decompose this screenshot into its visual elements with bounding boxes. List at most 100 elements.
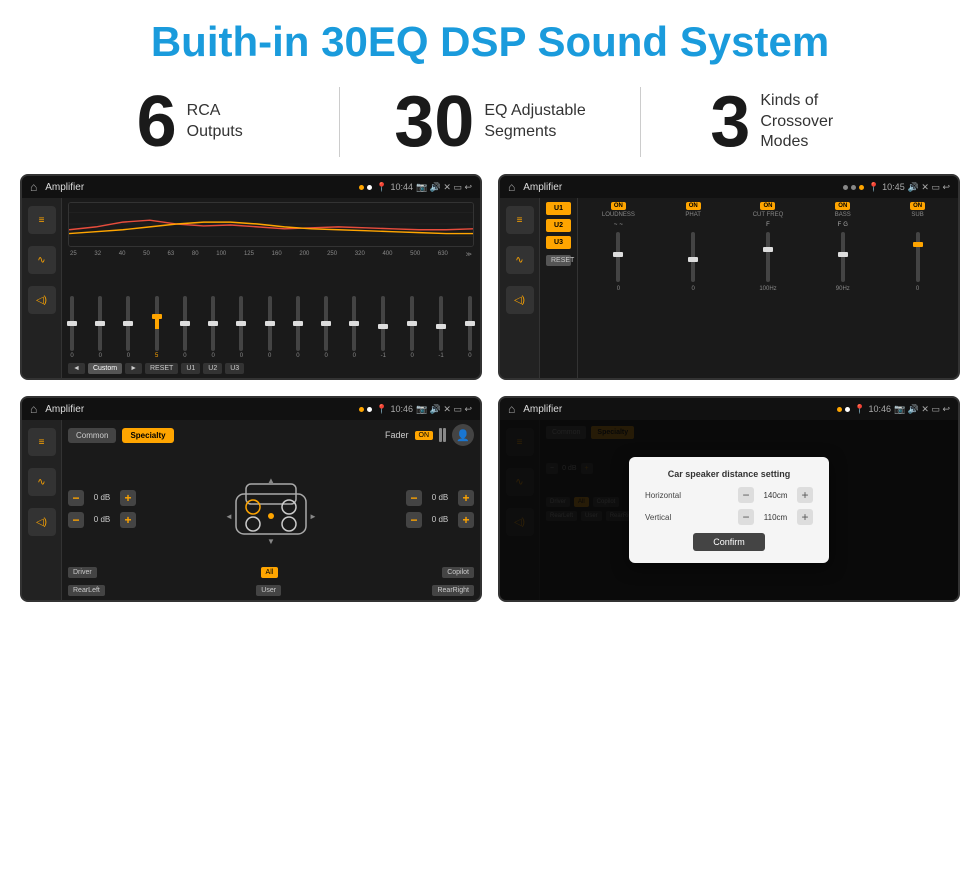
fader-icon-btn[interactable]: ≡ [28,428,56,456]
eq-slider-10[interactable]: 0 [352,296,356,359]
eq-slider-2[interactable]: 0 [126,296,130,359]
preset-u1[interactable]: U1 [546,202,571,215]
eq-side-controls: ≡ ∿ ◁) [22,198,62,378]
cross-speaker-btn[interactable]: ◁) [506,286,534,314]
vol-value-4: 0 dB [426,515,454,524]
svg-text:►: ► [309,512,317,521]
eq-slider-7[interactable]: 0 [268,296,272,359]
speaker-distance-dialog: Car speaker distance setting Horizontal … [629,457,829,563]
fader-speaker-btn[interactable]: ◁) [28,508,56,536]
fader-profile-icon[interactable]: 👤 [452,424,474,446]
eq-slider-14[interactable]: 0 [468,296,472,359]
eq-slider-4[interactable]: 0 [183,296,187,359]
vol-minus-2[interactable]: − [68,512,84,528]
eq-slider-12[interactable]: 0 [410,296,414,359]
dialog-horizontal-minus[interactable]: − [738,487,754,503]
vol-plus-3[interactable]: + [458,490,474,506]
dialog-horizontal-plus[interactable]: + [797,487,813,503]
fader-screen-card: ⌂ Amplifier 📍 10:46 📷 🔊 ✕ ▭ ↩ ≡ ∿ ◁) Com… [20,396,482,602]
eq-play-btn[interactable]: ► [125,363,142,374]
eq-slider-8[interactable]: 0 [296,296,300,359]
btn-driver[interactable]: Driver [68,567,97,578]
eq-graph [68,202,474,247]
dialog-horizontal-label: Horizontal [645,491,695,500]
vol-row-1: − 0 dB + [68,490,136,506]
dialog-vertical-label: Vertical [645,513,695,522]
ch-loudness: ON LOUDNESS ~~ 0 [581,202,656,292]
eq-prev-btn[interactable]: ◄ [68,363,85,374]
btn-user[interactable]: User [256,585,281,596]
eq-slider-3[interactable]: 5 [155,296,159,359]
ch-bass-toggle[interactable]: ON [835,202,850,210]
stat-label-rca: RCAOutputs [187,101,243,143]
vol-plus-1[interactable]: + [120,490,136,506]
vol-minus-1[interactable]: − [68,490,84,506]
preset-u3[interactable]: U3 [546,236,571,249]
fader-dot1 [359,407,364,412]
btn-copilot[interactable]: Copilot [442,567,474,578]
btn-rearleft[interactable]: RearLeft [68,585,105,596]
dialog-vertical-minus[interactable]: − [738,509,754,525]
fader-tab-common[interactable]: Common [68,428,116,443]
crossover-status-bar: ⌂ Amplifier 📍 10:45 🔊 ✕ ▭ ↩ [500,176,958,198]
ch-phat-toggle[interactable]: ON [686,202,701,210]
eq-slider-6[interactable]: 0 [239,296,243,359]
eq-freq-labels: 25 32 40 50 63 80 100 125 160 200 250 32… [68,251,474,258]
screens-grid: ⌂ Amplifier 📍 10:44 📷 🔊 ✕ ▭ ↩ ≡ ∿ ◁) [0,174,980,622]
fader-main-area: Common Specialty Fader ON 👤 [62,420,480,600]
cross-wave-btn[interactable]: ∿ [506,246,534,274]
btn-all[interactable]: All [261,567,279,578]
dialog-vertical-row: Vertical − 110cm + [645,509,813,525]
crossover-reset[interactable]: RESET [546,255,571,266]
vol-row-4: − 0 dB + [406,512,474,528]
vol-plus-4[interactable]: + [458,512,474,528]
eq-bottom-controls: ◄ Custom ► RESET U1 U2 U3 [68,363,474,374]
dialog-title: Car speaker distance setting [645,469,813,479]
channel-headers: ON LOUDNESS ~~ 0 ON PHAT [581,202,955,292]
dialog-dot1 [837,407,842,412]
stats-row: 6 RCAOutputs 30 EQ AdjustableSegments 3 … [0,76,980,174]
vol-plus-2[interactable]: + [120,512,136,528]
eq-reset-btn[interactable]: RESET [145,363,178,374]
fader-main-content: − 0 dB + − 0 dB + [68,454,474,563]
crossover-screen-card: ⌂ Amplifier 📍 10:45 🔊 ✕ ▭ ↩ ≡ ∿ ◁) U1 U2 [498,174,960,380]
btn-rearright[interactable]: RearRight [432,585,474,596]
eq-slider-0[interactable]: 0 [70,296,74,359]
eq-speaker-btn[interactable]: ◁) [28,286,56,314]
eq-u3-btn[interactable]: U3 [225,363,244,374]
cross-icon-btn[interactable]: ≡ [506,206,534,234]
eq-icon-btn[interactable]: ≡ [28,206,56,234]
ch-loudness-toggle[interactable]: ON [611,202,626,210]
vol-value-2: 0 dB [88,515,116,524]
ch-sub-toggle[interactable]: ON [910,202,925,210]
eq-time: 10:44 [390,182,413,192]
preset-col: U1 U2 U3 RESET [540,198,578,378]
eq-status-bar: ⌂ Amplifier 📍 10:44 📷 🔊 ✕ ▭ ↩ [22,176,480,198]
fader-top-row: Common Specialty Fader ON 👤 [68,424,474,446]
eq-u2-btn[interactable]: U2 [203,363,222,374]
dot1 [359,185,364,190]
eq-slider-9[interactable]: 0 [324,296,328,359]
fader-label: Fader [385,430,409,440]
cross-dot3 [859,185,864,190]
eq-slider-11[interactable]: -1 [381,296,386,359]
home-icon-3: ⌂ [30,402,37,416]
car-svg: ▲ ▼ ◄ ► [221,469,321,549]
fader-tab-specialty[interactable]: Specialty [122,428,173,443]
eq-wave-btn[interactable]: ∿ [28,246,56,274]
preset-u2[interactable]: U2 [546,219,571,232]
eq-screen-content: ≡ ∿ ◁) [22,198,480,378]
confirm-button[interactable]: Confirm [693,533,765,551]
dot2 [367,185,372,190]
vol-minus-4[interactable]: − [406,512,422,528]
eq-slider-1[interactable]: 0 [98,296,102,359]
ch-cutfreq-toggle[interactable]: ON [760,202,775,210]
stat-divider-1 [339,87,340,157]
dialog-vertical-plus[interactable]: + [797,509,813,525]
eq-slider-5[interactable]: 0 [211,296,215,359]
fader-wave-btn[interactable]: ∿ [28,468,56,496]
eq-slider-13[interactable]: -1 [438,296,443,359]
eq-u1-btn[interactable]: U1 [181,363,200,374]
fader-on-toggle[interactable]: ON [415,431,434,440]
vol-minus-3[interactable]: − [406,490,422,506]
